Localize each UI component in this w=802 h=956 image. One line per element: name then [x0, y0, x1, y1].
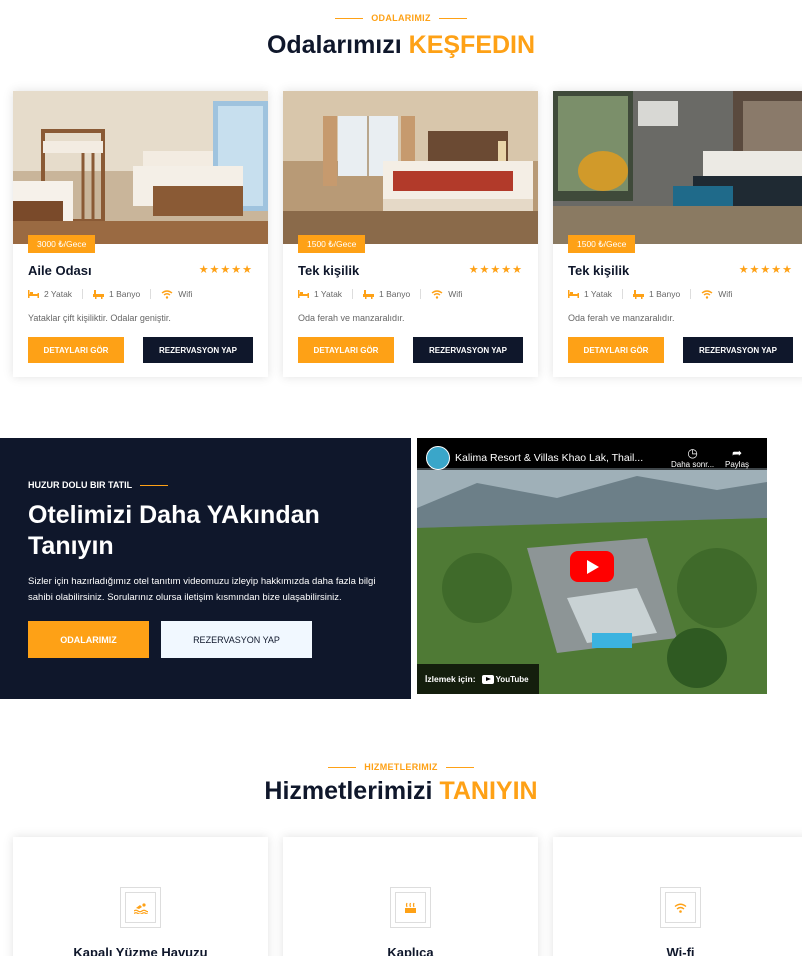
- video-section-title: Otelimizi Daha YAkından Tanıyın: [28, 501, 320, 560]
- wifi-icon: [431, 289, 443, 299]
- room-reserve-button[interactable]: REZERVASYON YAP: [683, 337, 793, 363]
- watch-later-button[interactable]: ◷ Daha sonr...: [671, 446, 714, 469]
- youtube-logo-icon: YouTube: [481, 674, 529, 684]
- room-baths: 1 Banyo: [633, 289, 680, 299]
- video-section-text: Sizler için hazırladığımız otel tanıtım …: [28, 576, 376, 603]
- room-features: 1 Yatak 1 Banyo Wifi: [568, 289, 742, 299]
- video-player[interactable]: Kalima Resort & Villas Khao Lak, Thail..…: [417, 438, 767, 694]
- spa-icon: [405, 902, 416, 913]
- watch-later-label: Daha sonr...: [671, 460, 715, 469]
- room-beds-text: 1 Yatak: [584, 289, 613, 299]
- channel-avatar[interactable]: [426, 446, 450, 470]
- bed-icon: [568, 290, 579, 298]
- room-wifi-text: Wifi: [178, 289, 193, 299]
- room-features: 2 Yatak 1 Banyo Wifi: [28, 289, 202, 299]
- services-subtitle-text: HIZMETLERIMIZ: [364, 762, 438, 772]
- room-beds-text: 1 Yatak: [314, 289, 343, 299]
- room-details-button[interactable]: DETAYLARI GÖR: [568, 337, 664, 363]
- room-details-button[interactable]: DETAYLARI GÖR: [28, 337, 124, 363]
- services-title-main: Hizmetlerimizi: [264, 777, 440, 805]
- room-price-badge: 1500 ₺/Gece: [298, 235, 366, 253]
- watch-on-label: İzlemek için:: [425, 674, 476, 684]
- bed-icon: [298, 290, 309, 298]
- room-beds-text: 2 Yatak: [44, 289, 73, 299]
- service-name: Kaplıca: [387, 945, 434, 956]
- room-description: Oda ferah ve manzaralıdır.: [568, 313, 675, 323]
- clock-icon: ◷: [687, 446, 698, 460]
- services-section-subtitle: HIZMETLERIMIZ: [0, 762, 802, 772]
- share-icon: ➦: [731, 446, 743, 460]
- service-card[interactable]: Kapalı Yüzme Havuzu: [13, 837, 268, 956]
- room-name: Tek kişilik: [568, 263, 630, 278]
- share-button[interactable]: ➦ Paylaş: [725, 446, 749, 469]
- video-title[interactable]: Kalima Resort & Villas Khao Lak, Thail..…: [455, 452, 643, 464]
- room-beds: 1 Yatak: [298, 289, 342, 299]
- rooms-subtitle-text: ODALARIMIZ: [371, 13, 431, 23]
- room-description: Yataklar çift kişiliktir. Odalar genişti…: [28, 313, 171, 323]
- room-card: 1500 ₺/Gece Tek kişilik ★★★★★ 1 Yatak 1 …: [553, 91, 802, 377]
- video-subtitle-text: HUZUR DOLU BIR TATIL: [28, 480, 133, 490]
- room-details-button[interactable]: DETAYLARI GÖR: [298, 337, 394, 363]
- room-wifi: Wifi: [161, 289, 192, 299]
- room-baths-text: 1 Banyo: [379, 289, 411, 299]
- page: ODALARIMIZ Odalarımızı KEŞFEDIN 3000 ₺/G…: [0, 0, 802, 956]
- room-beds: 2 Yatak: [28, 289, 72, 299]
- room-features: 1 Yatak 1 Banyo Wifi: [298, 289, 472, 299]
- room-photo-family[interactable]: [13, 91, 268, 244]
- service-card[interactable]: Kaplıca: [283, 837, 538, 956]
- bath-icon: [93, 289, 105, 299]
- room-baths-text: 1 Banyo: [649, 289, 681, 299]
- room-baths: 1 Banyo: [363, 289, 410, 299]
- wifi-icon: [161, 289, 173, 299]
- play-button-icon[interactable]: [570, 551, 614, 582]
- room-description: Oda ferah ve manzaralıdır.: [298, 313, 405, 323]
- service-name: Kapalı Yüzme Havuzu: [73, 945, 208, 956]
- room-rating-stars: ★★★★★: [198, 264, 253, 276]
- watch-on-youtube[interactable]: İzlemek için: YouTube: [417, 664, 539, 694]
- share-label: Paylaş: [725, 460, 750, 469]
- rooms-section-title: Odalarımızı KEŞFEDIN: [0, 31, 802, 60]
- wifi-icon: [701, 289, 713, 299]
- services-title-accent: TANIYIN: [439, 777, 538, 805]
- rooms-button[interactable]: ODALARIMIZ: [28, 621, 149, 658]
- bath-icon: [363, 289, 375, 299]
- service-card[interactable]: Wi-fi: [553, 837, 802, 956]
- rooms-title-main: Odalarımızı: [266, 31, 409, 59]
- room-wifi-text: Wifi: [448, 289, 463, 299]
- room-wifi: Wifi: [431, 289, 462, 299]
- room-baths: 1 Banyo: [93, 289, 140, 299]
- rooms-section-subtitle: ODALARIMIZ: [0, 13, 802, 23]
- room-name: Aile Odası: [28, 263, 92, 278]
- room-wifi: Wifi: [701, 289, 732, 299]
- room-reserve-button[interactable]: REZERVASYON YAP: [143, 337, 253, 363]
- room-card: 3000 ₺/Gece Aile Odası ★★★★★ 2 Yatak 1 B…: [13, 91, 268, 377]
- bath-icon: [633, 289, 645, 299]
- youtube-wordmark: YouTube: [495, 674, 529, 684]
- room-name: Tek kişilik: [298, 263, 360, 278]
- room-rating-stars: ★★★★★: [468, 264, 523, 276]
- room-card: 1500 ₺/Gece Tek kişilik ★★★★★ 1 Yatak 1 …: [283, 91, 538, 377]
- room-photo-single-2[interactable]: [553, 91, 802, 244]
- video-section-subtitle: HUZUR DOLU BIR TATIL: [28, 480, 169, 490]
- bed-icon: [28, 290, 39, 298]
- video-intro-section: HUZUR DOLU BIR TATIL Otelimizi Daha YAkı…: [0, 438, 411, 699]
- services-section-title: Hizmetlerimizi TANIYIN: [0, 777, 802, 806]
- room-photo-single[interactable]: [283, 91, 538, 244]
- rooms-title-accent: KEŞFEDIN: [408, 31, 536, 59]
- room-beds: 1 Yatak: [568, 289, 612, 299]
- reserve-button[interactable]: REZERVASYON YAP: [161, 621, 312, 658]
- wifi-icon: [674, 903, 687, 913]
- swimmer-icon: [133, 902, 148, 914]
- room-price-badge: 3000 ₺/Gece: [28, 235, 96, 253]
- room-baths-text: 1 Banyo: [109, 289, 141, 299]
- room-wifi-text: Wifi: [718, 289, 733, 299]
- room-reserve-button[interactable]: REZERVASYON YAP: [413, 337, 523, 363]
- service-name: Wi-fi: [666, 945, 695, 956]
- room-price-badge: 1500 ₺/Gece: [568, 235, 636, 253]
- room-rating-stars: ★★★★★: [738, 264, 793, 276]
